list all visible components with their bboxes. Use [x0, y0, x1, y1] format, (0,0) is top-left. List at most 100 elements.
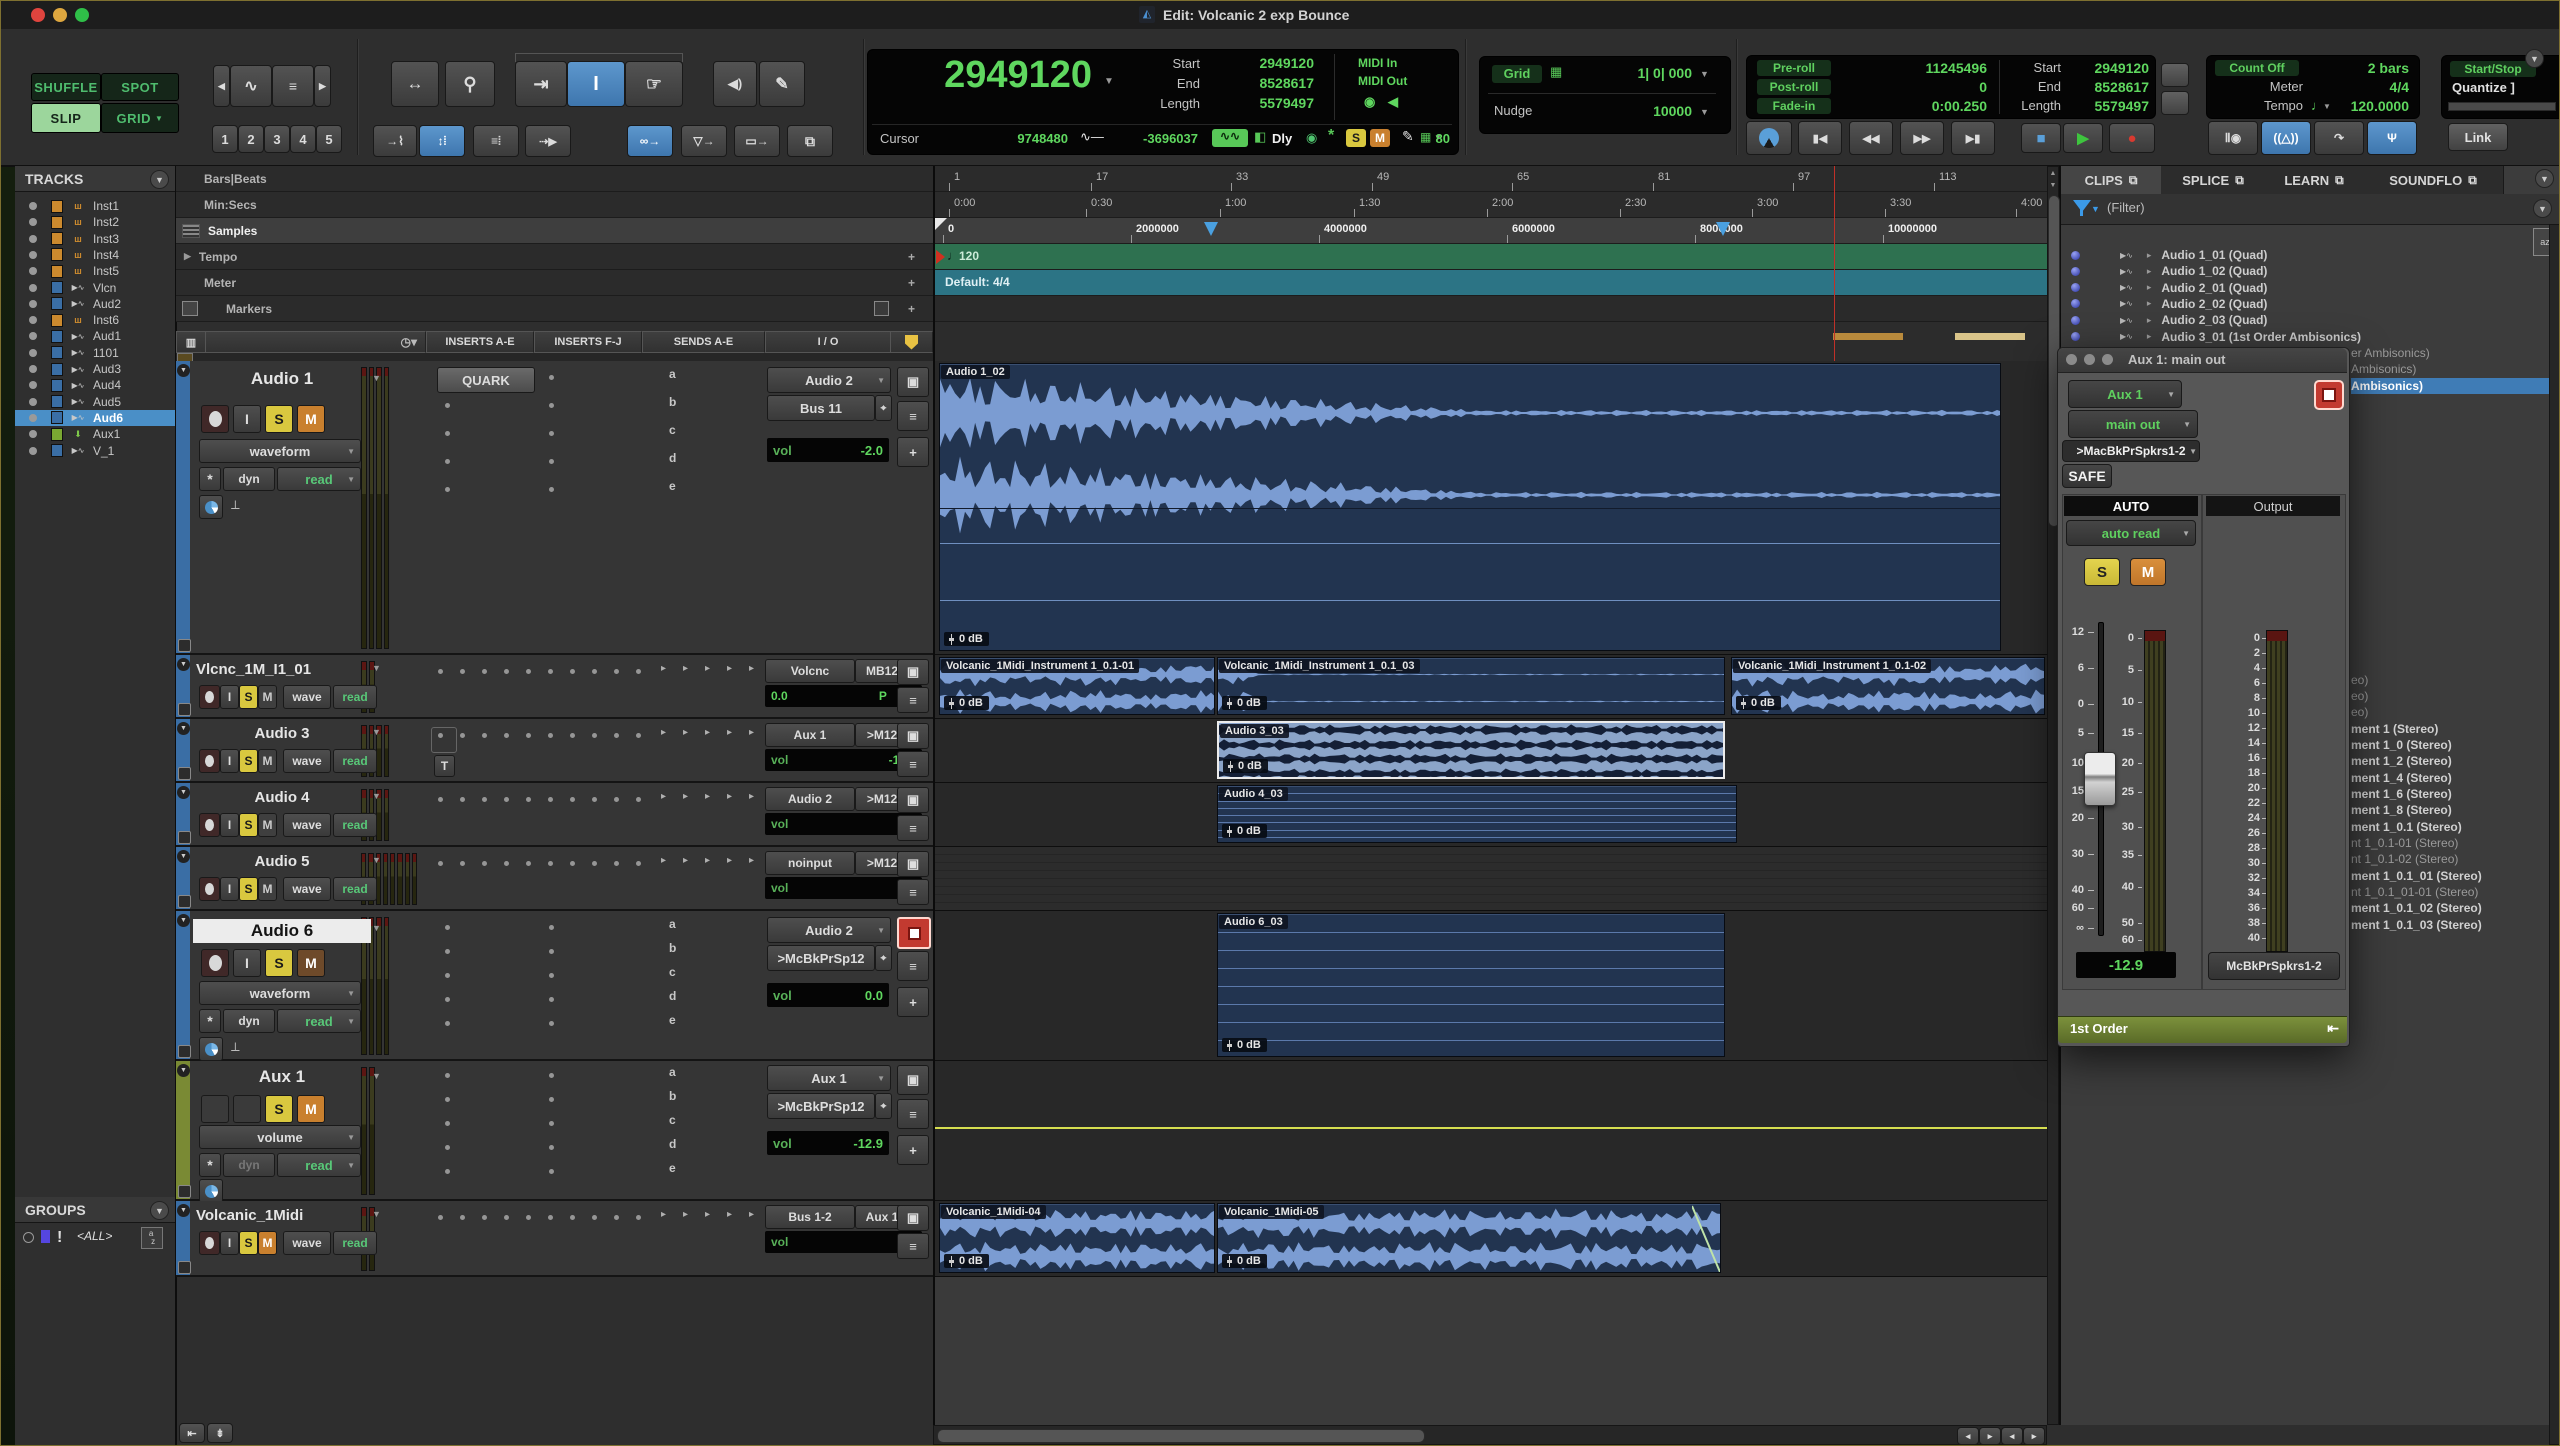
ruler-label-meter[interactable]: Meter+	[176, 270, 933, 296]
insert-slot-dot[interactable]	[445, 403, 450, 408]
mini-insert-dot[interactable]	[548, 1215, 553, 1220]
clip-gain-badge[interactable]: 0 dB	[1222, 1254, 1267, 1268]
track-expand-chevron[interactable]: ▼	[177, 914, 190, 927]
insert-slot-dot[interactable]	[445, 1169, 450, 1174]
insert-slot-dot[interactable]	[445, 487, 450, 492]
count-off-value[interactable]: 2 bars	[2327, 60, 2409, 76]
aux-track-selector[interactable]: Aux 1 ▼	[2068, 380, 2182, 408]
track-controls-audio-1[interactable]: ▼Audio 1▼ISMwaveform▼*dynread▼⟂abcdeQUAR…	[176, 361, 933, 655]
mirror-midi-button[interactable]: ⇢▶	[525, 125, 571, 157]
aux-automation-mode[interactable]: auto read ▼	[2066, 520, 2196, 546]
insert-slot-dot-fj[interactable]	[549, 1121, 554, 1126]
wave-view-chip[interactable]: wave	[283, 685, 331, 709]
tracks-list-item-Inst5[interactable]: шInst5	[15, 263, 175, 279]
scrubber-tool[interactable]: ◀)	[713, 61, 757, 107]
track-link-icon[interactable]	[178, 639, 191, 652]
insert-slot-dot[interactable]	[445, 1021, 450, 1026]
solo-button[interactable]: S	[239, 749, 258, 773]
track-expand-chevron[interactable]: ▼	[177, 786, 190, 799]
insert-slot-dot-fj[interactable]	[549, 403, 554, 408]
insert-slot-dot-fj[interactable]	[549, 1145, 554, 1150]
mini-insert-dot[interactable]	[570, 797, 575, 802]
rewind-button[interactable]: ◀◀	[1849, 121, 1893, 155]
track-name-dropdown[interactable]: ▼	[372, 373, 381, 383]
mini-send-arrow[interactable]: ▸	[749, 855, 754, 866]
group-name[interactable]: <ALL>	[77, 1229, 112, 1243]
main-counter-dropdown[interactable]: ▼	[1104, 76, 1114, 87]
track-show-dot[interactable]	[29, 218, 37, 226]
send-letter[interactable]: e	[669, 1161, 676, 1175]
track-right-plus-button[interactable]: +	[897, 1135, 929, 1165]
clips-panel-scrollbar[interactable]	[2549, 224, 2560, 1445]
insertion-follows-playback-button[interactable]: ↕⦙	[419, 125, 465, 157]
mini-insert-dot[interactable]	[438, 1215, 443, 1220]
filter-menu-chevron[interactable]: ▼	[2533, 199, 2552, 218]
track-show-dot[interactable]	[29, 300, 37, 308]
t-length-value[interactable]: 5579497	[2065, 98, 2149, 114]
mini-insert-dot[interactable]	[592, 861, 597, 866]
waveform-view-toggle[interactable]: ∿∿	[1212, 129, 1248, 147]
track-name[interactable]: Audio 4	[193, 789, 371, 806]
input-monitor-icon[interactable]: *	[1328, 127, 1334, 145]
hscroll-btn-3[interactable]: ▸	[2023, 1427, 2045, 1445]
track-right-plus-button[interactable]: +	[897, 437, 929, 467]
t-end-value[interactable]: 8528617	[2065, 79, 2149, 95]
tracks-list-item-Aud3[interactable]: ▶∿Aud3	[15, 361, 175, 377]
layered-editing-button[interactable]: ▭→	[734, 125, 780, 157]
track-right-list-button[interactable]: ≡	[897, 687, 929, 713]
tracks-list-item-Aud2[interactable]: ▶∿Aud2	[15, 296, 175, 312]
clip-audio-1-02[interactable]: Audio 1_020 dB	[939, 363, 2001, 651]
io-path-button[interactable]: ⌖	[875, 1093, 892, 1119]
track-show-dot[interactable]	[29, 251, 37, 259]
mini-insert-dot[interactable]	[460, 1215, 465, 1220]
sel-length-value[interactable]: 5579497	[1208, 95, 1314, 111]
zoom-out-horizontal-button[interactable]: ◀	[213, 65, 230, 107]
track-name[interactable]: Volcanic_1Midi	[196, 1207, 374, 1224]
read-chip[interactable]: read	[333, 1231, 377, 1255]
record-enable-button[interactable]	[199, 685, 220, 709]
mini-insert-dot[interactable]	[614, 861, 619, 866]
clips-list-item[interactable]: ▶∿▸Audio 2_02 (Quad)	[2061, 296, 2531, 312]
go-to-end-button[interactable]: ▶▮	[1951, 121, 1995, 155]
tracks-list-item-Aud5[interactable]: ▶∿Aud5	[15, 394, 175, 410]
mini-insert-dot[interactable]	[592, 1215, 597, 1220]
input-monitor-button[interactable]: I	[233, 405, 261, 433]
clips-list-item-fragment[interactable]: ment 1_2 (Stereo)	[2351, 753, 2560, 769]
close-window-button[interactable]	[31, 8, 45, 22]
clips-panel-menu[interactable]: ▼	[2535, 169, 2554, 188]
track-expand-chevron[interactable]: ▼	[177, 658, 190, 671]
hscroll-btn-2[interactable]: ◂	[2001, 1427, 2023, 1445]
track-show-dot[interactable]	[29, 349, 37, 357]
main-counter-value[interactable]: 2949120	[882, 54, 1092, 97]
sel-start-value[interactable]: 2949120	[1208, 55, 1314, 71]
track-view-selector[interactable]: volume▼	[199, 1125, 361, 1149]
yellow-tag-icon[interactable]	[905, 335, 918, 350]
mini-insert-dot[interactable]	[504, 733, 509, 738]
tracks-list-item-Inst3[interactable]: шInst3	[15, 231, 175, 247]
zoom-preset-5[interactable]: 5	[316, 125, 342, 153]
mini-insert-dot[interactable]	[526, 669, 531, 674]
tracks-list-item-Inst4[interactable]: шInst4	[15, 247, 175, 263]
send-letter[interactable]: a	[669, 367, 676, 381]
tempo-expand-icon[interactable]: ▶	[184, 251, 191, 262]
track-right-list-button[interactable]: ≡	[897, 1099, 929, 1129]
markers-ruler-icon[interactable]	[182, 301, 198, 316]
track-show-dot[interactable]	[29, 284, 37, 292]
io-input-selector[interactable]: Bus 1-2	[765, 1205, 855, 1229]
tracks-list-item-Inst1[interactable]: шInst1	[15, 198, 175, 214]
zoom-preset-4[interactable]: 4	[290, 125, 316, 153]
tracks-list-item-Inst2[interactable]: шInst2	[15, 214, 175, 230]
input-monitor-button[interactable]: I	[220, 877, 239, 901]
send-letter[interactable]: c	[669, 423, 676, 437]
track-right-target-button[interactable]	[897, 917, 931, 949]
selector-tool[interactable]: I	[567, 61, 625, 107]
io-input-selector[interactable]: noinput	[765, 851, 855, 875]
read-chip[interactable]: read	[333, 813, 377, 837]
mini-insert-dot[interactable]	[636, 733, 641, 738]
insert-slot-dot[interactable]	[445, 1121, 450, 1126]
track-expand-chevron[interactable]: ▼	[177, 722, 190, 735]
track-show-dot[interactable]	[29, 430, 37, 438]
hscroll-btn-0[interactable]: ◂	[1957, 1427, 1979, 1445]
track-name-dropdown[interactable]: ▼	[372, 1209, 381, 1219]
io-output-selector[interactable]: >McBkPrSp12	[767, 1093, 875, 1119]
